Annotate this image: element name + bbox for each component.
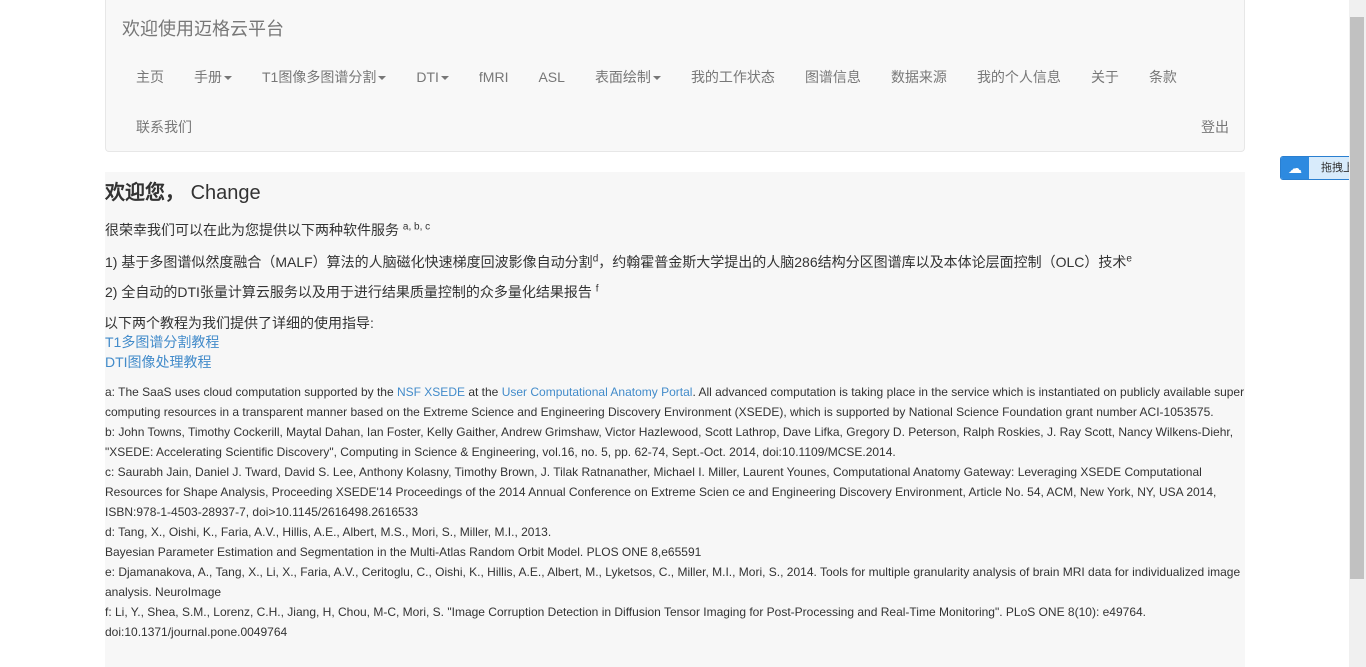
nav-item-label: 数据来源	[890, 69, 947, 85]
nav-item[interactable]: 条款	[1134, 52, 1192, 102]
nav-item[interactable]: 主页	[121, 52, 179, 102]
t1-tutorial-link[interactable]: T1多图谱分割教程	[105, 332, 219, 352]
nav-item-label: 联系我们	[136, 119, 192, 135]
footnote-f: f: Li, Y., Shea, S.M., Lorenz, C.H., Jia…	[105, 605, 1146, 639]
caret-down-icon	[652, 76, 661, 81]
username: Change	[190, 182, 261, 204]
sup-e: e	[1126, 253, 1132, 265]
footnote-d2: Bayesian Parameter Estimation and Segmen…	[105, 545, 702, 559]
nav-item[interactable]: T1图像多图谱分割	[247, 52, 401, 102]
service-2: 2) 全自动的DTI张量计算云服务以及用于进行结果质量控制的众多量化结果报告 f	[105, 282, 599, 302]
service-1-b: ，约翰霍普金斯大学提出的人脑286结构分区图谱库以及本体论层面控制（OLC）技术	[598, 254, 1127, 270]
brand[interactable]: 欢迎使用迈格云平台	[122, 15, 284, 41]
nav-item[interactable]: 我的个人信息	[962, 52, 1076, 102]
nav-item[interactable]: fMRI	[464, 52, 524, 102]
footnote-b: b: John Towns, Timothy Cockerill, Maytal…	[105, 425, 1234, 459]
dti-tutorial-link[interactable]: DTI图像处理教程	[105, 352, 212, 372]
logout-link[interactable]: 登出	[1186, 102, 1244, 152]
footnote-a: a: The SaaS uses cloud computation suppo…	[105, 382, 1245, 422]
nav-item-label: 我的个人信息	[976, 69, 1061, 85]
intro-sup: a, b, c	[402, 221, 431, 233]
footnote-c: c: Saurabh Jain, Daniel J. Tward, David …	[105, 465, 1217, 519]
navbar: 欢迎使用迈格云平台 主页 手册 T1图像多图谱分割 DTI fMRI ASL 表面绘制 我的工…	[105, 0, 1245, 152]
service-2-text: 2) 全自动的DTI张量计算云服务以及用于进行结果质量控制的众多量化结果报告	[105, 284, 592, 300]
footnote-e: e: Djamanakova, A., Tang, X., Li, X., Fa…	[105, 565, 1241, 599]
note-a-1: a: The SaaS uses cloud computation suppo…	[105, 385, 397, 399]
main-content: 欢迎您， Change 很荣幸我们可以在此为您提供以下两种软件服务 a, b, …	[104, 172, 1245, 667]
nav-item-label: 主页	[136, 69, 164, 85]
caret-down-icon	[440, 76, 449, 81]
nav-item-label: 条款	[1148, 69, 1177, 85]
nav-item-label: fMRI	[478, 69, 509, 85]
scrollbar-thumb[interactable]	[1350, 17, 1364, 579]
nav-item[interactable]: 图谱信息	[790, 52, 876, 102]
tutorial-intro: 以下两个教程为我们提供了详细的使用指导:	[104, 315, 374, 331]
nav-item[interactable]: 我的工作状态	[676, 52, 790, 102]
caret-down-icon	[224, 76, 232, 81]
nav-item[interactable]: 关于	[1076, 52, 1134, 102]
nav-item-label: 图谱信息	[804, 69, 861, 85]
nav-item-label: DTI	[416, 69, 439, 85]
nav-item[interactable]: 表面绘制	[580, 52, 676, 102]
nav-item-label: ASL	[538, 69, 565, 85]
nav-item-label: 手册	[194, 69, 222, 85]
footnote-d1: d: Tang, X., Oishi, K., Faria, A.V., Hil…	[105, 525, 552, 539]
welcome-heading: 欢迎您， Change	[105, 176, 261, 205]
scrollbar[interactable]	[1349, 0, 1366, 667]
nav-item[interactable]: ASL	[523, 52, 579, 102]
service-1-a: 1) 基于多图谱似然度融合（MALF）算法的人脑磁化快速梯度回波影像自动分割	[105, 254, 593, 270]
portal-link[interactable]: User Computational Anatomy Portal	[502, 385, 693, 399]
nav-item-label: T1图像多图谱分割	[262, 69, 377, 85]
footnotes: a: The SaaS uses cloud computation suppo…	[105, 382, 1245, 642]
nav-item[interactable]: 数据来源	[876, 52, 962, 102]
cloud-upload-icon: ☁	[1281, 157, 1309, 179]
welcome-text: 欢迎您，	[105, 182, 185, 204]
note-a-2: at the	[464, 385, 502, 399]
nav-item-label: 我的工作状态	[690, 69, 775, 85]
nav-item[interactable]: DTI	[401, 52, 464, 102]
nsf-xsede-link[interactable]: NSF XSEDE	[397, 385, 465, 399]
nav-item-label: 关于	[1090, 69, 1119, 85]
sup-f: f	[595, 283, 599, 295]
intro: 很荣幸我们可以在此为您提供以下两种软件服务	[105, 222, 399, 238]
service-1: 1) 基于多图谱似然度融合（MALF）算法的人脑磁化快速梯度回波影像自动分割d，…	[105, 252, 1132, 272]
intro-text: 很荣幸我们可以在此为您提供以下两种软件服务 a, b, c	[105, 220, 430, 240]
nav-item-label: 表面绘制	[594, 69, 651, 85]
caret-down-icon	[378, 76, 387, 81]
nav-item[interactable]: 联系我们	[121, 102, 207, 152]
nav-item[interactable]: 手册	[179, 52, 247, 102]
nav-menu: 主页 手册 T1图像多图谱分割 DTI fMRI ASL 表面绘制 我的工作状态 图谱信息 数据来…	[121, 52, 1231, 152]
